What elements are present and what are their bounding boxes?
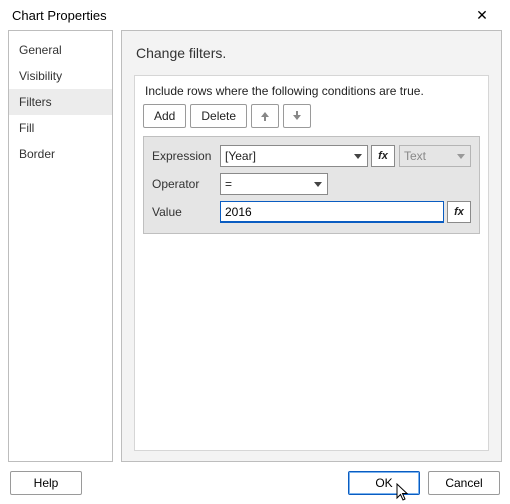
- page-heading: Change filters.: [136, 45, 489, 61]
- operator-value: =: [225, 177, 232, 191]
- delete-button[interactable]: Delete: [190, 104, 247, 128]
- filters-toolbar: Add Delete: [143, 104, 480, 128]
- sidebar: General Visibility Filters Fill Border: [8, 30, 113, 462]
- window-title: Chart Properties: [12, 8, 462, 23]
- expression-fx-button[interactable]: fx: [371, 145, 395, 167]
- type-value: Text: [404, 149, 426, 163]
- titlebar: Chart Properties ✕: [0, 0, 510, 30]
- expression-label: Expression: [152, 149, 220, 163]
- value-fx-button[interactable]: fx: [447, 201, 471, 223]
- fx-icon: fx: [378, 150, 388, 162]
- chart-properties-dialog: Chart Properties ✕ General Visibility Fi…: [0, 0, 510, 504]
- main-panel: Change filters. Include rows where the f…: [121, 30, 502, 462]
- sidebar-item-label: Fill: [19, 121, 34, 135]
- expression-dropdown[interactable]: [Year]: [220, 145, 368, 167]
- dialog-footer: Help OK Cancel: [0, 462, 510, 504]
- dialog-body: General Visibility Filters Fill Border C…: [0, 30, 510, 462]
- close-button[interactable]: ✕: [462, 1, 502, 29]
- help-button[interactable]: Help: [10, 471, 82, 495]
- operator-label: Operator: [152, 177, 220, 191]
- expression-row: Expression [Year] fx Text: [152, 145, 471, 167]
- sidebar-item-filters[interactable]: Filters: [9, 89, 112, 115]
- fx-icon: fx: [454, 206, 464, 218]
- close-icon: ✕: [476, 7, 488, 24]
- cancel-button[interactable]: Cancel: [428, 471, 500, 495]
- sidebar-item-label: Border: [19, 147, 55, 161]
- filters-panel: Include rows where the following conditi…: [134, 75, 489, 451]
- sidebar-item-label: Visibility: [19, 69, 62, 83]
- instruction-text: Include rows where the following conditi…: [145, 84, 480, 98]
- expression-value: [Year]: [225, 149, 256, 163]
- filter-editor: Expression [Year] fx Text Operator: [143, 136, 480, 234]
- sidebar-item-fill[interactable]: Fill: [9, 115, 112, 141]
- value-label: Value: [152, 205, 220, 219]
- type-dropdown: Text: [399, 145, 471, 167]
- sidebar-item-border[interactable]: Border: [9, 141, 112, 167]
- arrow-down-icon: [291, 110, 303, 122]
- sidebar-item-label: General: [19, 43, 62, 57]
- value-row: Value fx: [152, 201, 471, 223]
- move-down-button[interactable]: [283, 104, 311, 128]
- add-button[interactable]: Add: [143, 104, 186, 128]
- operator-row: Operator =: [152, 173, 471, 195]
- sidebar-item-general[interactable]: General: [9, 37, 112, 63]
- arrow-up-icon: [259, 110, 271, 122]
- ok-button[interactable]: OK: [348, 471, 420, 495]
- operator-dropdown[interactable]: =: [220, 173, 328, 195]
- sidebar-item-label: Filters: [19, 95, 52, 109]
- sidebar-item-visibility[interactable]: Visibility: [9, 63, 112, 89]
- move-up-button[interactable]: [251, 104, 279, 128]
- value-input[interactable]: [220, 201, 444, 223]
